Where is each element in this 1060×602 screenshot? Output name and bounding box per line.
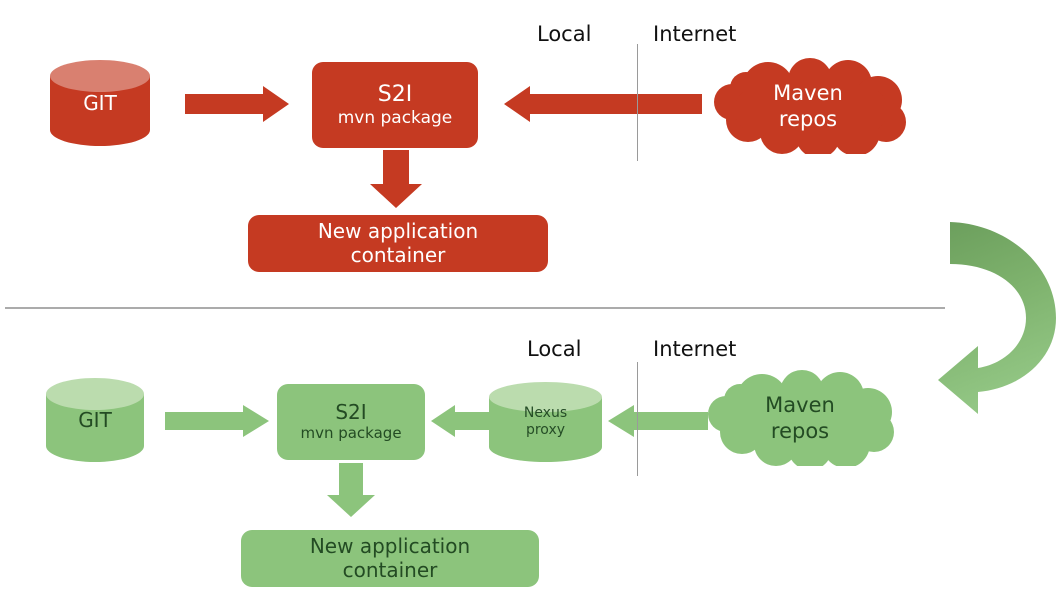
nexus-proxy-cylinder: Nexus proxy: [489, 382, 602, 462]
s2i-box-red: S2I mvn package: [312, 62, 478, 148]
arrow-s2i-to-container-red: [370, 150, 422, 208]
local-label-bottom: Local: [527, 337, 582, 361]
git-cylinder-green-label: GIT: [78, 408, 112, 432]
maven-repos-cloud-green: Maven repos: [702, 370, 898, 466]
git-cylinder-red: GIT: [50, 60, 150, 146]
git-cylinder-red-label: GIT: [83, 91, 117, 115]
local-internet-boundary-bottom: [637, 362, 638, 476]
new-application-container-box-green: New application container: [241, 530, 539, 587]
s2i-box-green-subtitle: mvn package: [300, 423, 402, 442]
s2i-box-green: S2I mvn package: [277, 384, 425, 460]
arrow-git-to-s2i-red: [185, 86, 289, 122]
new-application-container-box-green-line1: New application: [309, 533, 471, 558]
arrow-git-to-s2i-green: [165, 405, 269, 437]
new-application-container-box-red-line2: container: [350, 242, 446, 267]
new-application-container-box-green-line2: container: [342, 557, 438, 582]
internet-label-bottom: Internet: [653, 337, 737, 361]
maven-repos-cloud-red-label: Maven repos: [706, 58, 910, 154]
nexus-proxy-line1: Nexus: [523, 405, 568, 422]
maven-repos-cloud-red-line2: repos: [778, 107, 838, 131]
arrow-maven-to-s2i-red: [504, 86, 702, 122]
new-application-container-box-red: New application container: [248, 215, 548, 272]
arrow-maven-to-nexus-green: [608, 405, 708, 437]
diagram-canvas: GIT S2I mvn package New application cont…: [0, 0, 1060, 602]
local-label-top: Local: [537, 22, 592, 46]
maven-repos-cloud-green-line1: Maven: [765, 392, 835, 417]
arrow-nexus-to-s2i-green: [431, 405, 489, 437]
section-divider: [5, 307, 945, 309]
nexus-proxy-cylinder-label: Nexus proxy: [489, 382, 602, 462]
curved-transition-arrow: [938, 218, 1060, 414]
s2i-box-red-title: S2I: [377, 82, 413, 107]
local-internet-boundary-top: [637, 44, 638, 161]
nexus-proxy-line2: proxy: [525, 422, 566, 438]
s2i-box-red-subtitle: mvn package: [337, 107, 453, 128]
maven-repos-cloud-green-line2: repos: [770, 419, 830, 443]
internet-label-top: Internet: [653, 22, 737, 46]
new-application-container-box-red-line1: New application: [317, 218, 479, 243]
maven-repos-cloud-green-label: Maven repos: [702, 370, 898, 466]
git-cylinder-green: GIT: [46, 378, 144, 462]
maven-repos-cloud-red: Maven repos: [706, 58, 910, 154]
maven-repos-cloud-red-line1: Maven: [773, 80, 843, 105]
s2i-box-green-title: S2I: [335, 400, 367, 425]
arrow-s2i-to-container-green: [327, 463, 375, 517]
